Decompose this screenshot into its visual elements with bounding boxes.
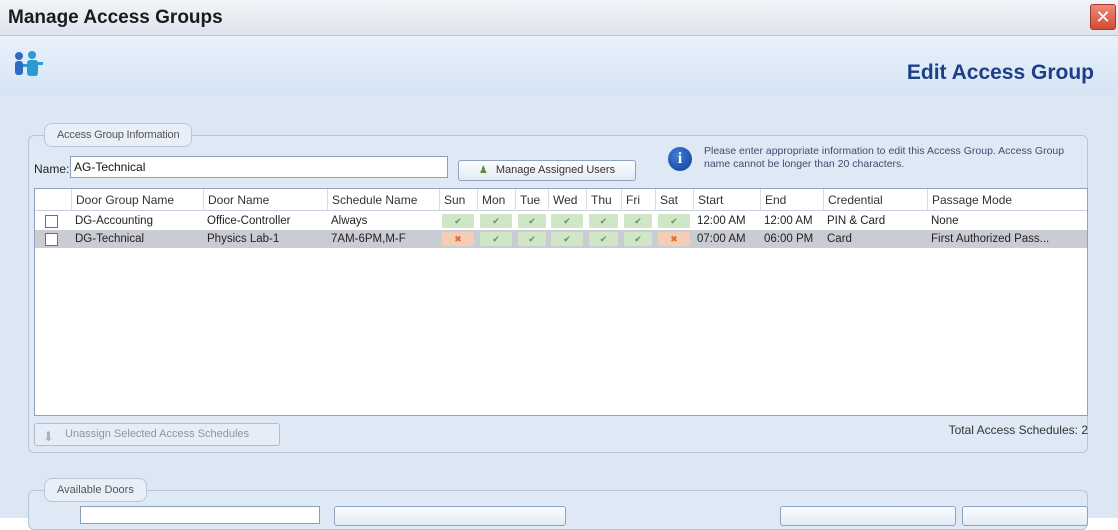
col-sun[interactable]: Sun: [439, 189, 477, 211]
info-icon: i: [668, 147, 692, 171]
row-checkbox[interactable]: [45, 233, 58, 246]
day-wed-check-icon: ✔: [551, 232, 583, 246]
day-wed-check-icon: ✔: [551, 214, 583, 228]
day-tue-check-icon: ✔: [518, 214, 546, 228]
day-fri-check-icon: ✔: [624, 232, 652, 246]
day-thu-check-icon: ✔: [589, 214, 618, 228]
grid-header: Door Group Name Door Name Schedule Name …: [35, 189, 1087, 211]
credential: Card: [827, 233, 852, 245]
day-sun-check-icon: ✔: [442, 214, 474, 228]
assign-schedule-button[interactable]: [334, 506, 566, 526]
access-schedules-grid[interactable]: Door Group Name Door Name Schedule Name …: [34, 188, 1088, 416]
day-thu-check-icon: ✔: [589, 232, 618, 246]
total-access-schedules: Total Access Schedules: 2: [948, 423, 1088, 437]
col-fri[interactable]: Fri: [621, 189, 655, 211]
schedule-name: Always: [331, 215, 368, 227]
credential: PIN & Card: [827, 215, 886, 227]
passage-mode: First Authorized Pass...: [931, 233, 1050, 245]
col-credential[interactable]: Credential: [823, 189, 927, 211]
col-end[interactable]: End: [760, 189, 823, 211]
page-header: Edit Access Group: [0, 36, 1118, 96]
start-time: 12:00 AM: [697, 215, 746, 227]
modify-door-schedules-button[interactable]: [780, 506, 956, 526]
table-row[interactable]: DG-Accounting Office-Controller Always ✔…: [35, 212, 1087, 230]
close-button[interactable]: ✕: [1090, 4, 1116, 30]
page-title: Edit Access Group: [906, 61, 1094, 84]
col-wed[interactable]: Wed: [548, 189, 586, 211]
manage-assigned-users-label: Manage Assigned Users: [495, 164, 616, 176]
schedule-name: 7AM-6PM,M-F: [331, 233, 406, 245]
door-group-name: DG-Accounting: [75, 215, 153, 227]
start-time: 07:00 AM: [697, 233, 746, 245]
day-sun-check-icon: ✖: [442, 232, 474, 246]
door-name: Physics Lab-1: [207, 233, 280, 245]
name-label: Name:: [34, 162, 70, 176]
col-passage-mode[interactable]: Passage Mode: [927, 189, 1087, 211]
window-title: Manage Access Groups: [8, 7, 223, 28]
row-checkbox[interactable]: [45, 215, 58, 228]
day-tue-check-icon: ✔: [518, 232, 546, 246]
title-bar: Manage Access Groups ✕: [0, 0, 1118, 36]
passage-mode: None: [931, 215, 959, 227]
info-text: Please enter appropriate information to …: [704, 145, 1065, 170]
unassign-label: Unassign Selected Access Schedules: [65, 428, 250, 440]
down-arrow-icon: ⬇: [43, 429, 54, 444]
day-sat-check-icon: ✖: [658, 232, 690, 246]
col-door-name[interactable]: Door Name: [203, 189, 327, 211]
person-icon: ♟: [478, 165, 488, 176]
day-mon-check-icon: ✔: [480, 232, 512, 246]
table-row[interactable]: DG-Technical Physics Lab-1 7AM-6PM,M-F ✖…: [35, 230, 1087, 248]
available-doors-legend: Available Doors: [44, 478, 147, 502]
day-sat-check-icon: ✔: [658, 214, 690, 228]
col-schedule-name[interactable]: Schedule Name: [327, 189, 439, 211]
access-group-info-legend: Access Group Information: [44, 123, 193, 147]
name-input[interactable]: [70, 156, 448, 178]
door-name: Office-Controller: [207, 215, 291, 227]
add-new-door-button[interactable]: [962, 506, 1088, 526]
day-fri-check-icon: ✔: [624, 214, 652, 228]
day-mon-check-icon: ✔: [480, 214, 512, 228]
col-mon[interactable]: Mon: [477, 189, 515, 211]
end-time: 06:00 PM: [764, 233, 814, 245]
manage-assigned-users-button[interactable]: ♟ Manage Assigned Users: [458, 160, 636, 181]
users-group-icon: [15, 51, 43, 76]
filter-input[interactable]: [80, 506, 320, 524]
col-tue[interactable]: Tue: [515, 189, 548, 211]
col-sat[interactable]: Sat: [655, 189, 693, 211]
door-group-name: DG-Technical: [75, 233, 145, 245]
unassign-selected-schedules-button[interactable]: ⬇ Unassign Selected Access Schedules: [34, 423, 280, 446]
col-thu[interactable]: Thu: [586, 189, 621, 211]
end-time: 12:00 AM: [764, 215, 813, 227]
col-start[interactable]: Start: [693, 189, 760, 211]
col-door-group-name[interactable]: Door Group Name: [71, 189, 203, 211]
